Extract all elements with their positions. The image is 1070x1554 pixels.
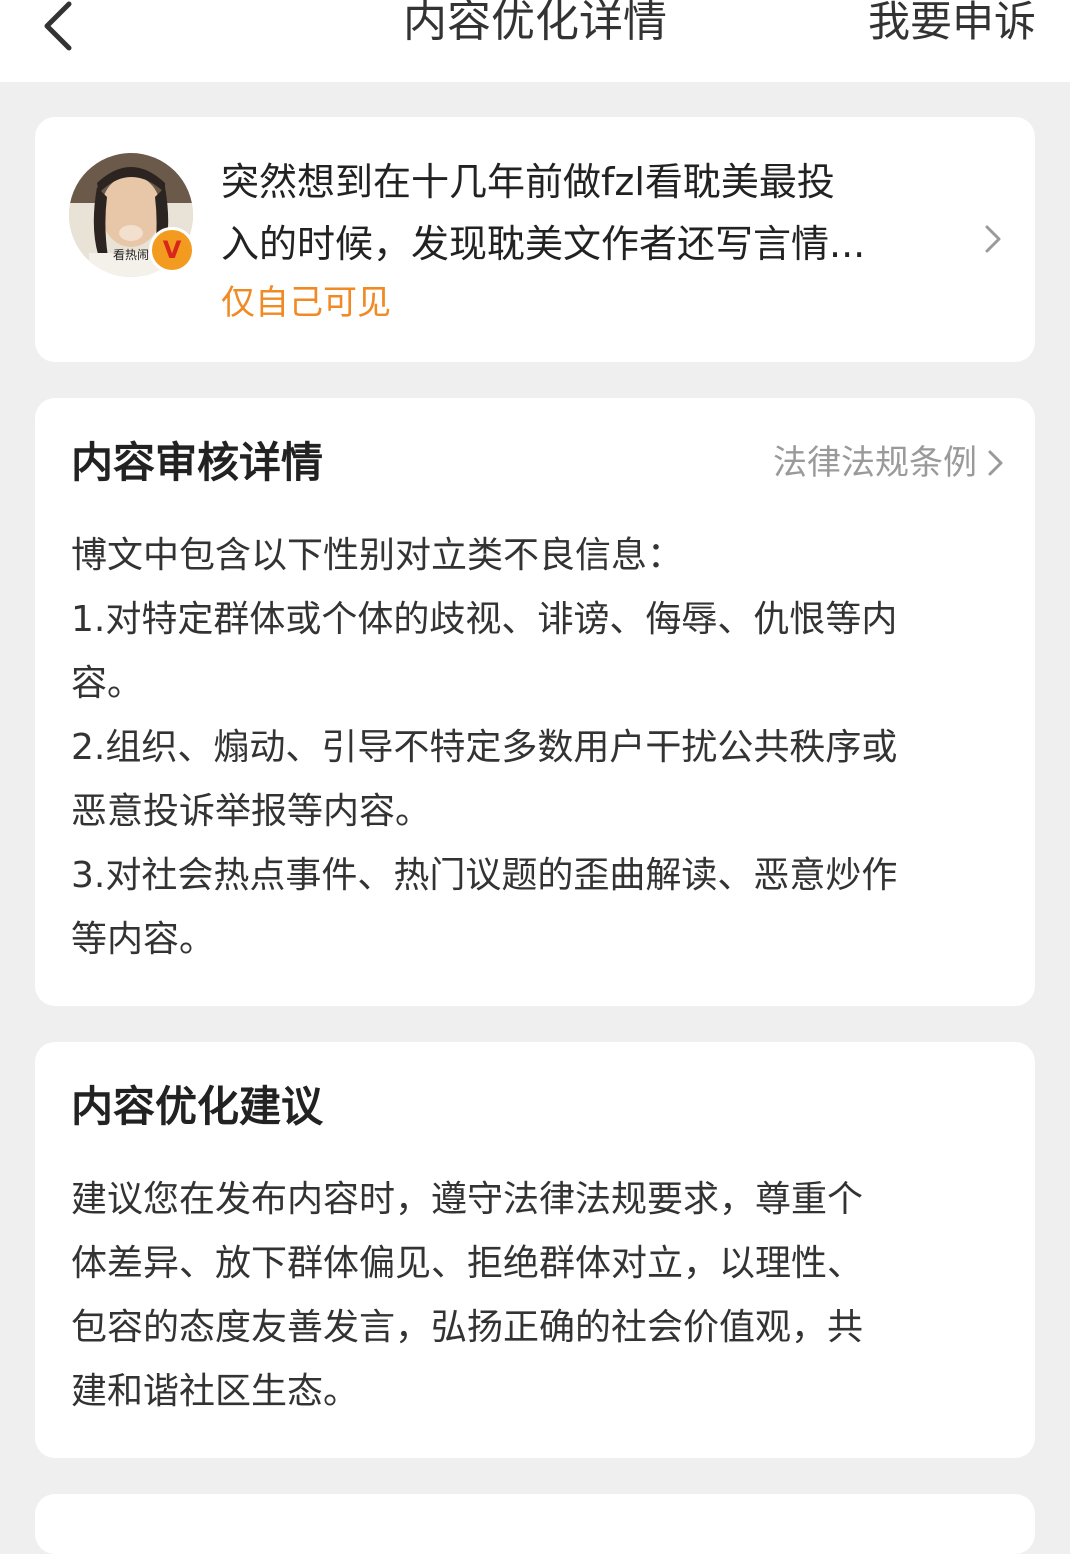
post-excerpt-line-2: 入的时候，发现耽美文作者还写言情...: [221, 222, 866, 266]
review-details-text: 博文中包含以下性别对立类不良信息： 1.对特定群体或个体的歧视、诽谤、侮辱、仇恨…: [71, 524, 1001, 972]
optimization-advice-card: 内容优化建议 建议您在发布内容时，遵守法律法规要求，尊重个 体差异、放下群体偏见…: [35, 1042, 1035, 1458]
review-line: 3.对社会热点事件、热门议题的歪曲解读、恶意炒作: [71, 855, 898, 896]
law-regulations-link[interactable]: 法律法规条例: [773, 438, 1005, 488]
review-line: 容。: [71, 663, 144, 704]
appeal-button[interactable]: 我要申诉: [868, 0, 1036, 48]
chevron-right-icon: [985, 225, 1001, 253]
review-line: 等内容。: [71, 919, 216, 960]
advice-line: 体差异、放下群体偏见、拒绝群体对立，以理性、: [71, 1243, 864, 1284]
avatar-caption: 看热闹: [113, 248, 149, 262]
review-line: 博文中包含以下性别对立类不良信息：: [71, 535, 684, 576]
post-excerpt-line-1: 突然想到在十几年前做fzl看耽美最投: [221, 160, 835, 204]
review-section-title: 内容审核详情: [71, 438, 324, 487]
visibility-status: 仅自己可见: [221, 283, 391, 323]
advice-text: 建议您在发布内容时，遵守法律法规要求，尊重个 体差异、放下群体偏见、拒绝群体对立…: [71, 1168, 1001, 1424]
advice-section-title: 内容优化建议: [71, 1082, 324, 1131]
review-line: 恶意投诉举报等内容。: [71, 791, 432, 832]
chevron-right-icon: [988, 450, 1003, 476]
avatar: 看热闹 V: [69, 153, 195, 277]
review-details-card: 内容审核详情 法律法规条例 博文中包含以下性别对立类不良信息： 1.对特定群体或…: [35, 398, 1035, 1006]
next-card: [35, 1494, 1035, 1554]
review-line: 2.组织、煽动、引导不特定多数用户干扰公共秩序或: [71, 727, 898, 768]
advice-line: 建议您在发布内容时，遵守法律法规要求，尊重个: [71, 1179, 864, 1220]
post-preview-card[interactable]: 看热闹 V 突然想到在十几年前做fzl看耽美最投 入的时候，发现耽美文作者还写言…: [35, 117, 1035, 362]
top-nav-bar: 内容优化详情 我要申诉: [0, 0, 1070, 82]
post-excerpt: 突然想到在十几年前做fzl看耽美最投 入的时候，发现耽美文作者还写言情...: [221, 151, 951, 275]
law-regulations-label: 法律法规条例: [773, 443, 977, 483]
advice-line: 建和谐社区生态。: [71, 1371, 360, 1412]
verified-badge-icon: V: [149, 227, 195, 273]
advice-line: 包容的态度友善发言，弘扬正确的社会价值观，共: [71, 1307, 864, 1348]
review-line: 1.对特定群体或个体的歧视、诽谤、侮辱、仇恨等内: [71, 599, 898, 640]
